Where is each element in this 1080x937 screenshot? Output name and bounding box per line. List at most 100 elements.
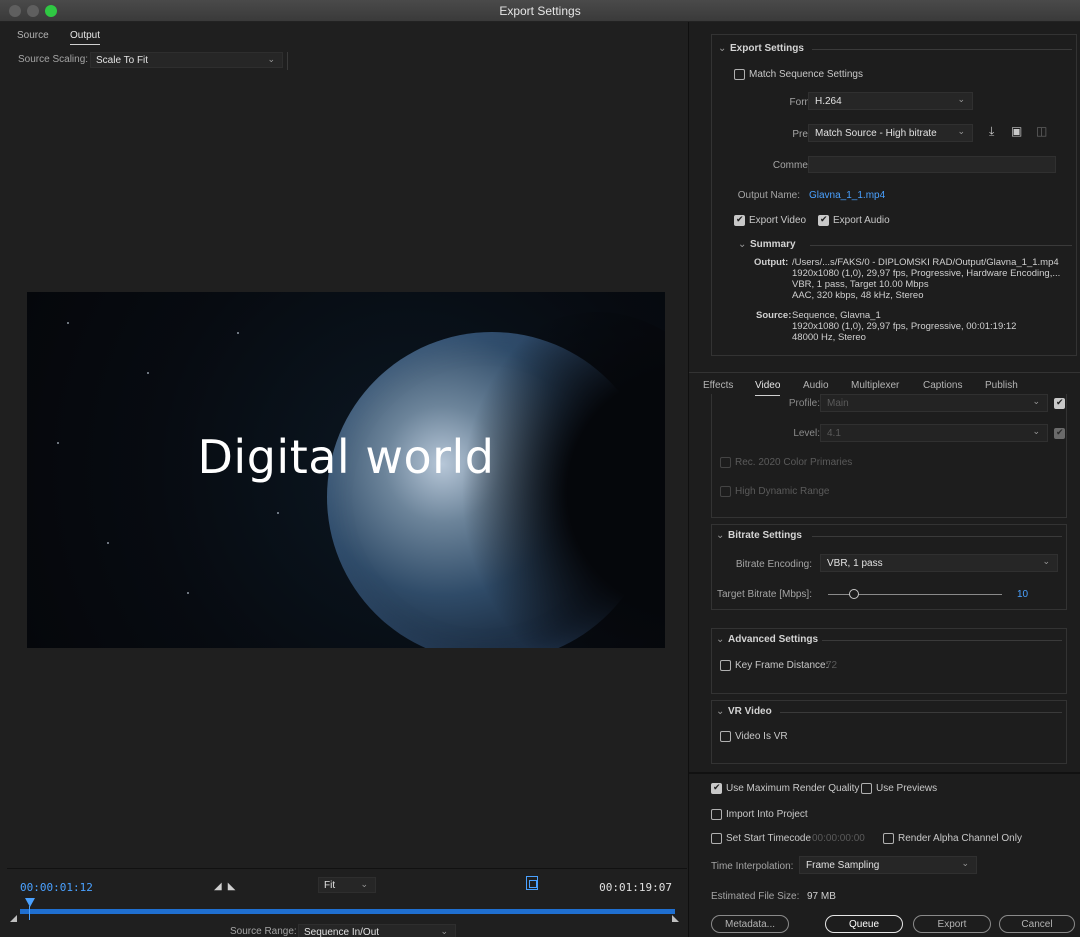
output-name-link[interactable]: Glavna_1_1.mp4 [809, 190, 885, 201]
set-start-timecode-checkbox[interactable] [711, 833, 722, 844]
import-into-project-checkbox[interactable] [711, 809, 722, 820]
star [147, 372, 149, 374]
tab-captions[interactable]: Captions [923, 380, 962, 391]
max-render-quality-checkbox[interactable] [711, 782, 722, 794]
chevron-down-icon: ⌄ [716, 634, 725, 645]
target-bitrate-knob[interactable] [849, 589, 860, 599]
bitrate-encoding-select[interactable]: VBR, 1 pass ⌄ [820, 554, 1058, 572]
level-label: Level: [793, 428, 820, 439]
advanced-settings-panel: ⌄ Advanced Settings Key Frame Distance: 7… [711, 628, 1067, 694]
end-timecode: 00:01:19:07 [599, 881, 672, 894]
source-scaling-label: Source Scaling: [18, 54, 89, 65]
tab-audio[interactable]: Audio [803, 380, 829, 391]
target-bitrate-label: Target Bitrate [Mbps]: [716, 589, 812, 600]
summary-source-line: 48000 Hz, Stereo [792, 332, 866, 343]
key-frame-checkbox[interactable] [720, 660, 731, 671]
preset-select[interactable]: Match Source - High bitrate ⌄ [808, 124, 973, 142]
export-video-checkbox[interactable] [734, 214, 745, 226]
summary-source-label: Source: [756, 310, 792, 321]
export-button[interactable]: Export [913, 915, 991, 933]
level-checkbox[interactable] [1054, 427, 1065, 439]
export-settings-panel: ⌄ Export Settings Match Sequence Settings… [711, 34, 1077, 356]
chevron-down-icon: ⌄ [1032, 396, 1040, 406]
max-render-quality-label: Use Maximum Render Quality [726, 783, 860, 794]
use-previews-checkbox[interactable] [861, 783, 872, 794]
key-frame-value[interactable]: 72 [826, 660, 837, 671]
target-bitrate-value[interactable]: 10 [1017, 589, 1028, 600]
export-audio-checkbox[interactable] [818, 214, 829, 226]
chevron-down-icon: ⌄ [1032, 426, 1040, 436]
export-footer: Use Maximum Render Quality Use Previews … [689, 772, 1080, 937]
use-previews-label: Use Previews [876, 783, 938, 794]
export-settings-title: Export Settings [730, 43, 804, 54]
current-timecode[interactable]: 00:00:01:12 [20, 881, 93, 894]
chevron-down-icon: ⌄ [440, 926, 448, 936]
out-point-handle[interactable] [672, 915, 679, 922]
chevron-down-icon: ⌄ [360, 879, 368, 889]
preview-title-text: Digital world [197, 430, 495, 484]
bitrate-encoding-label: Bitrate Encoding: [735, 559, 812, 570]
profile-checkbox[interactable] [1054, 397, 1065, 409]
video-is-vr-checkbox[interactable] [720, 731, 731, 742]
chevron-down-icon: ⌄ [961, 858, 969, 868]
mark-in-icon[interactable]: ◢ [214, 881, 228, 892]
summary-output-line: AAC, 320 kbps, 48 kHz, Stereo [792, 290, 924, 301]
source-scaling-select[interactable]: Scale To Fit ⌄ [90, 52, 283, 68]
tab-video[interactable]: Video [755, 380, 781, 396]
playhead-line [29, 906, 30, 920]
match-sequence-checkbox[interactable] [734, 69, 745, 80]
playhead[interactable] [25, 898, 35, 907]
advanced-settings-header[interactable]: ⌄ Advanced Settings [716, 634, 818, 645]
hdr-label: High Dynamic Range [735, 486, 830, 497]
delete-preset-icon[interactable]: ◫ [1036, 124, 1047, 138]
level-select[interactable]: 4.1 ⌄ [820, 424, 1048, 442]
match-sequence-label: Match Sequence Settings [749, 69, 863, 80]
profile-select[interactable]: Main ⌄ [820, 394, 1048, 412]
bitrate-encoding-value: VBR, 1 pass [827, 558, 883, 569]
timeline-bar[interactable] [20, 909, 675, 914]
format-select[interactable]: H.264 ⌄ [808, 92, 973, 110]
divider [780, 712, 1062, 713]
output-name-label: Output Name: [737, 190, 800, 201]
summary-output-line: VBR, 1 pass, Target 10.00 Mbps [792, 279, 929, 290]
chevron-down-icon: ⌄ [738, 239, 747, 250]
queue-button[interactable]: Queue [825, 915, 903, 933]
star [107, 542, 109, 544]
chevron-down-icon: ⌄ [716, 706, 725, 717]
crop-icon[interactable] [526, 876, 538, 890]
zoom-value: Fit [324, 880, 336, 891]
estimated-file-size-label: Estimated File Size: [711, 891, 800, 902]
tab-output[interactable]: Output [70, 30, 101, 45]
bitrate-settings-header[interactable]: ⌄ Bitrate Settings [716, 530, 802, 541]
estimated-file-size-value: 97 MB [807, 891, 836, 902]
video-basic-panel: Profile: Main ⌄ Level: 4.1 ⌄ Rec. 2020 C… [711, 394, 1067, 518]
rec2020-checkbox[interactable] [720, 457, 731, 468]
source-range-select[interactable]: Sequence In/Out ⌄ [298, 924, 456, 937]
metadata-button[interactable]: Metadata... [711, 915, 789, 933]
tab-source[interactable]: Source [17, 30, 49, 41]
export-settings-header[interactable]: ⌄ Export Settings [718, 43, 804, 54]
start-timecode-value[interactable]: 00:00:00:00 [812, 833, 865, 844]
in-point-handle[interactable] [10, 915, 17, 922]
summary-source-line: 1920x1080 (1,0), 29,97 fps, Progressive,… [792, 321, 1017, 332]
save-preset-icon[interactable]: ⤓ [989, 124, 994, 139]
key-frame-label: Key Frame Distance: [735, 660, 829, 671]
chevron-down-icon: ⌄ [716, 530, 725, 541]
mark-in-out-buttons[interactable]: ◢◣ [214, 881, 241, 892]
tab-multiplexer[interactable]: Multiplexer [851, 380, 899, 391]
render-alpha-checkbox[interactable] [883, 833, 894, 844]
hdr-checkbox[interactable] [720, 486, 731, 497]
import-preset-icon[interactable]: ▣ [1011, 124, 1022, 138]
source-scaling-value: Scale To Fit [96, 55, 149, 66]
tab-effects[interactable]: Effects [703, 380, 733, 391]
export-audio-label: Export Audio [833, 215, 890, 226]
comments-input[interactable] [808, 156, 1056, 173]
vr-video-header[interactable]: ⌄ VR Video [716, 706, 772, 717]
zoom-select[interactable]: Fit ⌄ [318, 877, 376, 893]
summary-source-line: Sequence, Glavna_1 [792, 310, 881, 321]
summary-header[interactable]: ⌄ Summary [738, 239, 796, 250]
mark-out-icon[interactable]: ◣ [228, 881, 242, 892]
cancel-button[interactable]: Cancel [999, 915, 1075, 933]
time-interpolation-select[interactable]: Frame Sampling ⌄ [799, 856, 977, 874]
tab-publish[interactable]: Publish [985, 380, 1018, 391]
